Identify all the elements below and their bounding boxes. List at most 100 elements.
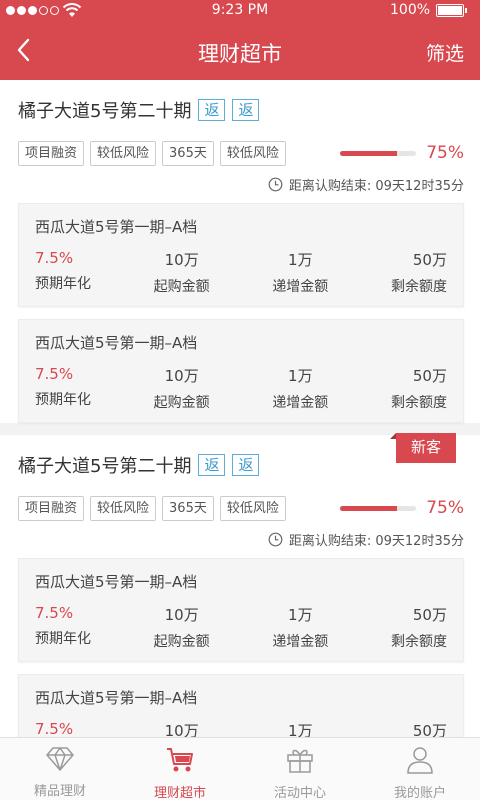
metric-value: 50万 [412,251,447,269]
subscription-progress: 75% [340,143,464,163]
progress-fill [340,150,397,156]
page-title: 理财超市 [198,42,282,66]
tab-label: 我的账户 [393,786,446,800]
product-card[interactable]: 橘子大道5号第二十期返返项目融资 较低风险 365天 较低风险 75% 距离认购结束: 0… [0,80,480,423]
tab-label: 活动中心 [273,786,326,800]
metric-label: 起购金额 [153,395,210,411]
metric-label: 递增金额 [272,634,329,650]
product-card[interactable]: 新客 橘子大道5号第二十期返返项目融资 较低风险 365天 较低风险 75% 距离认购结束:… [0,433,480,737]
metric-value: 50万 [412,367,447,385]
status-bar: 9:23 PM 100% [0,0,480,22]
product-tag: 365天 [162,495,214,521]
metric-value: 50万 [412,722,447,737]
metric-label: 起购金额 [153,634,210,650]
countdown-text: 距离认购结束: 09天12时35分 [288,534,464,549]
metric-value: 7.5% [35,604,74,622]
tranche-item[interactable]: 西瓜大道5号第一期–A档 7.5% 预期年化 10万起购金额 1万递增金额 50万剩余额度 [18,558,464,662]
tranche-metrics: 7.5% 预期年化 10万起购金额 1万递增金额 50万剩余额度 [35,249,447,296]
progress-bar [340,505,416,511]
clock-icon [268,177,283,192]
filter-button[interactable]: 筛选 [426,39,464,66]
metric: 10万起购金额 [154,604,210,651]
metric-value: 1万 [288,251,313,269]
metric: 50万剩余额度 [391,249,447,296]
metric-label: 剩余额度 [390,395,447,411]
metric-label: 剩余额度 [390,634,447,650]
cart-icon [165,746,195,782]
tranche-item[interactable]: 西瓜大道5号第一期–A档 7.5% 预期年化 10万起购金额 1万递增金额 50万剩余额度 [18,319,464,423]
tranche-name: 西瓜大道5号第一期–A档 [35,218,198,236]
metric: 7.5% 预期年化 [35,249,91,296]
tranche-item[interactable]: 西瓜大道5号第一期–A档7.5%预期年化10万起购金额1万递增金额50万剩余额度 [18,674,464,737]
countdown: 距离认购结束: 09天12时35分 [18,166,464,203]
progress-fill [340,505,397,511]
rebate-badge: 返 [232,454,260,476]
tranche-name: 西瓜大道5号第一期–A档 [35,573,198,591]
metric-value: 50万 [412,606,447,624]
gift-icon [285,746,315,782]
diamond-icon [45,746,75,780]
product-tags-row: 项目融资 较低风险 365天 较低风险 75% [18,140,464,166]
tab-label: 精品理财 [33,784,86,799]
product-name: 橘子大道5号第二十期 [18,101,192,122]
product-tag: 较低风险 [90,140,157,166]
nav-bar: 理财超市 筛选 [0,22,480,80]
progress-percent: 75% [426,498,464,518]
battery-icon [436,4,467,17]
metric: 50万剩余额度 [391,365,447,412]
metric-label: 预期年化 [35,631,91,647]
metric-label: 递增金额 [272,395,329,411]
metric-value: 10万 [164,367,199,385]
metric-value: 1万 [288,606,313,624]
metric: 1万递增金额 [272,604,328,651]
tab-gift[interactable]: 活动中心 [240,738,360,800]
tab-cart[interactable]: 理财超市 [120,738,240,800]
metric: 10万起购金额 [154,365,210,412]
metric: 7.5%预期年化 [35,720,91,737]
metric-label: 剩余额度 [390,279,447,295]
metric: 1万递增金额 [272,249,328,296]
tab-user[interactable]: 我的账户 [360,738,480,800]
rebate-badge: 返 [198,99,226,121]
product-tags-row: 项目融资 较低风险 365天 较低风险 75% [18,495,464,521]
user-icon [405,746,435,782]
tranche-metrics: 7.5%预期年化10万起购金额1万递增金额50万剩余额度 [35,720,447,737]
metric: 50万剩余额度 [391,604,447,651]
metric-value: 7.5% [35,249,74,267]
metric: 10万起购金额 [154,720,210,737]
metric-value: 7.5% [35,365,74,383]
product-tag: 较低风险 [219,140,286,166]
product-title-row: 橘子大道5号第二十期返返 [18,80,464,140]
metric-value: 10万 [164,722,199,737]
product-tag: 365天 [162,140,214,166]
countdown-text: 距离认购结束: 09天12时35分 [288,179,464,194]
metric-value: 10万 [164,251,199,269]
metric-label: 预期年化 [35,392,91,408]
tab-bar: 精品理财 理财超市 活动中心 我的账户 [0,737,480,800]
tranche-metrics: 7.5% 预期年化 10万起购金额 1万递增金额 50万剩余额度 [35,604,447,651]
metric: 50万剩余额度 [391,720,447,737]
metric-value: 7.5% [35,720,74,737]
metric: 10万起购金额 [154,249,210,296]
new-customer-badge: 新客 [390,433,456,463]
metric-label: 起购金额 [153,279,210,295]
metric: 7.5% 预期年化 [35,365,91,412]
tranche-name: 西瓜大道5号第一期–A档 [35,334,198,352]
metric: 7.5% 预期年化 [35,604,91,651]
product-list[interactable]: 橘子大道5号第二十期返返项目融资 较低风险 365天 较低风险 75% 距离认购结束: 0… [0,80,480,737]
metric-label: 预期年化 [35,276,91,292]
clock-icon [268,532,283,547]
tranche-item[interactable]: 西瓜大道5号第一期–A档 7.5% 预期年化 10万起购金额 1万递增金额 50万剩余额度 [18,203,464,307]
metric-value: 1万 [288,722,313,737]
tab-diamond[interactable]: 精品理财 [0,738,120,800]
rebate-badge: 返 [232,99,260,121]
product-tag: 项目融资 [18,140,85,166]
metric-value: 10万 [164,606,199,624]
product-name: 橘子大道5号第二十期 [18,456,192,477]
rebate-badge: 返 [198,454,226,476]
tranche-metrics: 7.5% 预期年化 10万起购金额 1万递增金额 50万剩余额度 [35,365,447,412]
tranche-name: 西瓜大道5号第一期–A档 [35,689,198,707]
progress-percent: 75% [426,143,464,163]
battery-percent: 100% [390,2,431,18]
metric: 1万递增金额 [272,365,328,412]
